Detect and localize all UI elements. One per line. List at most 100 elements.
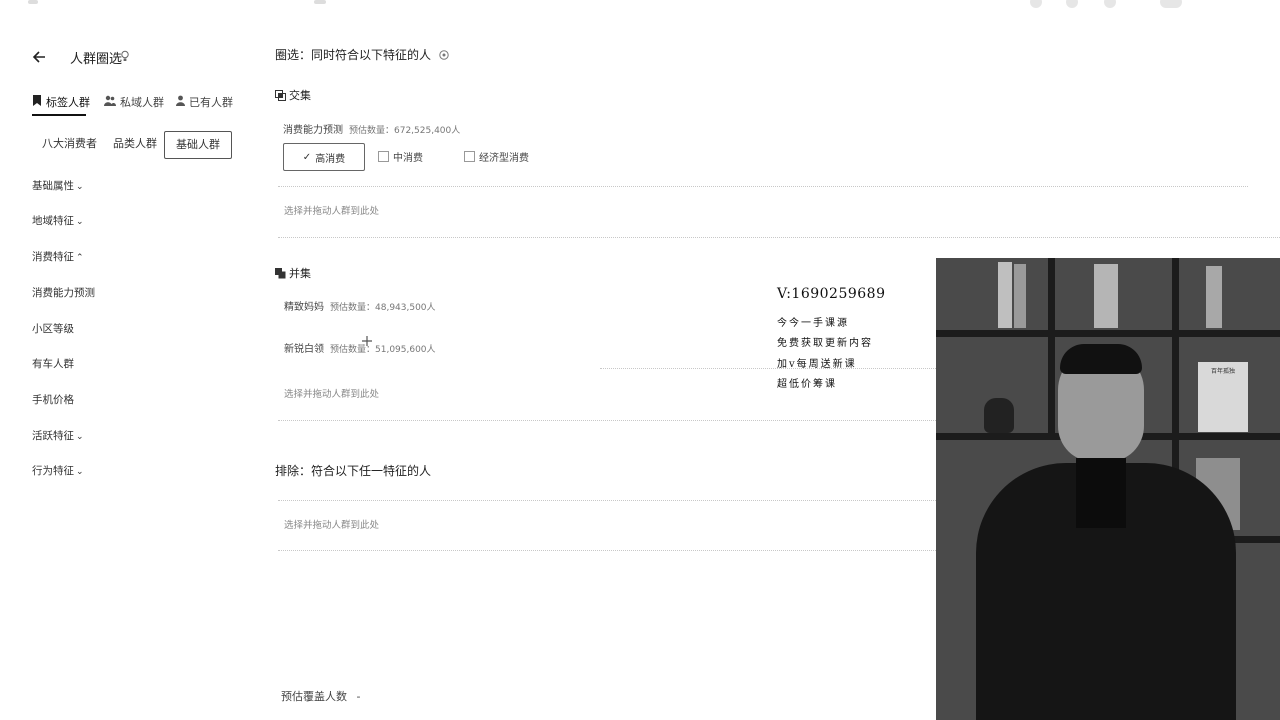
checkbox[interactable]	[378, 151, 389, 162]
sidebar-item-community-level[interactable]: 小区等级	[32, 321, 74, 336]
watermark-line: 免费获取更新内容	[777, 338, 873, 349]
feature-estimate: 预估数量：672,525,400人	[349, 126, 461, 136]
drop-hint: 选择并拖动人群到此处	[284, 520, 380, 531]
panel-title: 人群圈选	[70, 52, 123, 67]
feature-name: 消费能力预测	[283, 125, 343, 136]
watermark-line: 今今一手课源	[777, 318, 849, 329]
section-title: 并集	[289, 267, 311, 280]
top-edge-mark	[28, 0, 38, 4]
tab-private-audience[interactable]: 私域人群	[104, 94, 164, 110]
watermark-line: 加v每周送新课	[777, 359, 857, 370]
section-title: 交集	[289, 89, 311, 102]
estimated-coverage: 预估覆盖人数 -	[281, 688, 360, 704]
vase	[984, 398, 1014, 433]
subtab-eight-consumers[interactable]: 八大消费者	[32, 131, 107, 157]
feature-estimate: 预估数量：48,943,500人	[330, 303, 436, 313]
bookmark-icon	[32, 95, 42, 109]
feature-consumption-forecast: 消费能力预测 预估数量：672,525,400人	[283, 121, 460, 136]
shelf-board	[936, 330, 1280, 337]
person-hair	[1060, 344, 1142, 374]
dropzone-border	[278, 420, 936, 421]
feature-name: 精致妈妈	[284, 302, 324, 313]
dropzone-border	[600, 368, 936, 369]
tab-label: 标签人群	[46, 96, 90, 109]
intersection-label: 交集	[275, 87, 311, 103]
feature-estimate: 预估数量：51,095,600人	[330, 345, 436, 355]
webcam-video: 百年孤独	[936, 258, 1280, 720]
top-icon[interactable]	[1104, 0, 1116, 8]
checkbox[interactable]	[464, 151, 475, 162]
sidebar-item-label: 消费特征	[32, 251, 74, 263]
book: 百年孤独	[1198, 362, 1248, 432]
intersection-icon	[275, 90, 286, 101]
option-label: 经济型消费	[479, 153, 529, 164]
option-mid-consumption[interactable]: 中消费	[378, 149, 423, 164]
dropzone-border	[278, 186, 1248, 187]
shelf-post	[1048, 258, 1055, 438]
chevron-down-icon: ⌄	[76, 467, 84, 477]
dropzone-border	[278, 550, 936, 551]
sidebar-item-label: 有车人群	[32, 358, 74, 370]
chevron-down-icon: ⌄	[76, 217, 84, 227]
option-high-consumption[interactable]: ✓ 高消费	[283, 143, 365, 171]
sidebar-item-label: 地域特征	[32, 215, 74, 227]
sidebar-item-consumption[interactable]: 消费特征 ⌃	[32, 249, 84, 264]
estimate-label: 预估覆盖人数	[281, 690, 347, 703]
book	[998, 262, 1012, 328]
chevron-down-icon: ⌄	[76, 432, 84, 442]
people-icon	[104, 95, 116, 109]
faint-background-watermark	[1060, 30, 1074, 60]
dropzone-border	[278, 237, 1280, 238]
sidebar-item-label: 手机价格	[32, 394, 74, 406]
sidebar-item-consumption-forecast[interactable]: 消费能力预测	[32, 285, 95, 300]
sidebar-item-label: 基础属性	[32, 180, 74, 192]
watermark-line: 超低价筹课	[777, 379, 837, 390]
top-icon[interactable]	[1066, 0, 1078, 8]
sidebar-item-behavior[interactable]: 行为特征 ⌄	[32, 463, 84, 478]
sidebar-item-region[interactable]: 地域特征 ⌄	[32, 213, 84, 228]
sidebar-item-activity[interactable]: 活跃特征 ⌄	[32, 428, 84, 443]
subtab-category-audience[interactable]: 品类人群	[103, 131, 167, 157]
subtab-basic-audience[interactable]: 基础人群	[164, 131, 232, 159]
sidebar-item-basic-attributes[interactable]: 基础属性 ⌄	[32, 178, 84, 193]
sidebar-item-car-owners[interactable]: 有车人群	[32, 356, 74, 371]
tab-tag-audience[interactable]: 标签人群	[32, 94, 90, 110]
move-cursor-icon	[362, 335, 372, 346]
person-collar	[1076, 458, 1126, 528]
book	[1206, 266, 1222, 328]
top-edge-mark	[314, 0, 326, 4]
option-label: 中消费	[393, 153, 423, 164]
feature-white-collar: 新锐白领 预估数量：51,095,600人	[284, 340, 436, 355]
top-icon[interactable]	[1160, 0, 1182, 8]
page-title: 圈选：同时符合以下特征的人	[275, 46, 449, 63]
check-icon: ✓	[302, 151, 312, 163]
back-arrow-icon[interactable]	[30, 47, 50, 67]
tab-existing-audience[interactable]: 已有人群	[176, 94, 233, 110]
book-title: 百年孤独	[1210, 368, 1235, 375]
sidebar-item-label: 小区等级	[32, 323, 74, 335]
chevron-up-icon: ⌃	[76, 253, 84, 263]
option-label: 高消费	[315, 153, 346, 165]
option-economy-consumption[interactable]: 经济型消费	[464, 149, 529, 164]
sidebar-item-label: 消费能力预测	[32, 287, 95, 299]
union-icon	[275, 268, 286, 279]
sidebar-item-phone-price[interactable]: 手机价格	[32, 392, 74, 407]
chevron-down-icon: ⌄	[76, 182, 84, 192]
info-bulb-icon[interactable]	[120, 50, 130, 62]
top-icon[interactable]	[1030, 0, 1042, 8]
book	[1094, 264, 1118, 328]
exclude-title: 排除：符合以下任一特征的人	[275, 464, 432, 478]
feature-name: 新锐白领	[284, 344, 324, 355]
tab-label: 已有人群	[189, 96, 233, 109]
tab-label: 私域人群	[120, 96, 164, 109]
active-tab-indicator	[32, 114, 86, 116]
help-icon[interactable]	[439, 49, 449, 63]
sidebar-item-label: 活跃特征	[32, 430, 74, 442]
page-title-text: 圈选：同时符合以下特征的人	[275, 48, 432, 62]
estimate-value: -	[356, 690, 361, 703]
union-label: 并集	[275, 265, 311, 281]
book	[1014, 264, 1026, 328]
dropzone-border	[278, 500, 936, 501]
sidebar-item-label: 行为特征	[32, 465, 74, 477]
drop-hint: 选择并拖动人群到此处	[284, 389, 380, 400]
